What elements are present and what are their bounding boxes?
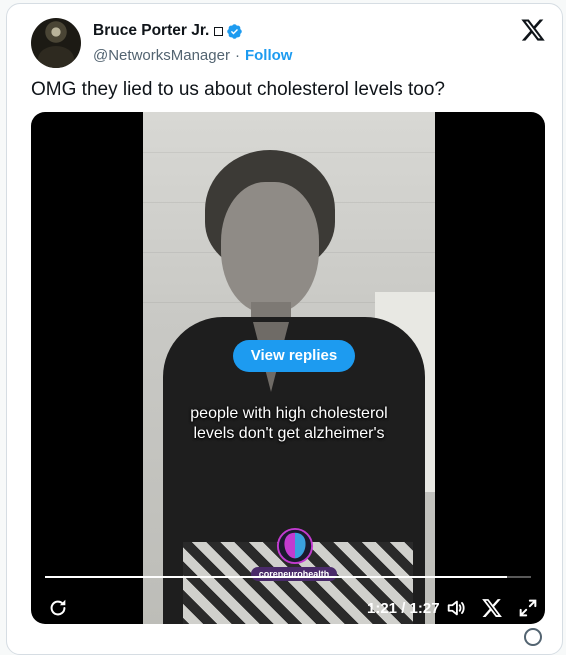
tweet-text: OMG they lied to us about cholesterol le… <box>31 79 446 100</box>
video-player[interactable]: View replies people with high cholestero… <box>31 112 545 624</box>
caption-line-1: people with high cholesterol <box>190 405 388 422</box>
author-handle[interactable]: @NetworksManager <box>93 47 230 64</box>
tweet-card: Bruce Porter Jr. @NetworksManager · Foll… <box>6 3 563 655</box>
separator-dot: · <box>234 46 240 64</box>
replay-icon[interactable] <box>47 597 69 619</box>
verified-badge-icon <box>227 23 243 39</box>
fullscreen-icon[interactable] <box>517 597 539 619</box>
progress-bar[interactable] <box>45 576 531 578</box>
time-display: 1:21 / 1:27 <box>367 600 440 617</box>
caption-line-2: levels don't get alzheimer's <box>193 425 385 442</box>
partial-circle-icon <box>524 628 542 646</box>
video-controls: 1:21 / 1:27 <box>31 592 545 624</box>
view-replies-button[interactable]: View replies <box>233 340 355 372</box>
volume-icon[interactable] <box>445 597 467 619</box>
author-handle-row: @NetworksManager · Follow <box>93 45 292 65</box>
square-glyph-icon <box>214 26 224 36</box>
x-share-icon[interactable] <box>481 597 503 619</box>
video-caption: people with high cholesterol levels don'… <box>143 404 435 444</box>
avatar[interactable] <box>31 18 81 68</box>
author-display-name[interactable]: Bruce Porter Jr. <box>93 22 209 40</box>
progress-fill <box>45 576 507 578</box>
follow-button[interactable]: Follow <box>245 47 293 64</box>
author-name-row: Bruce Porter Jr. <box>93 20 243 42</box>
x-logo-icon[interactable] <box>520 17 546 43</box>
watermark-label: coreneurohealth <box>251 567 337 581</box>
brain-logo-icon <box>276 527 314 565</box>
